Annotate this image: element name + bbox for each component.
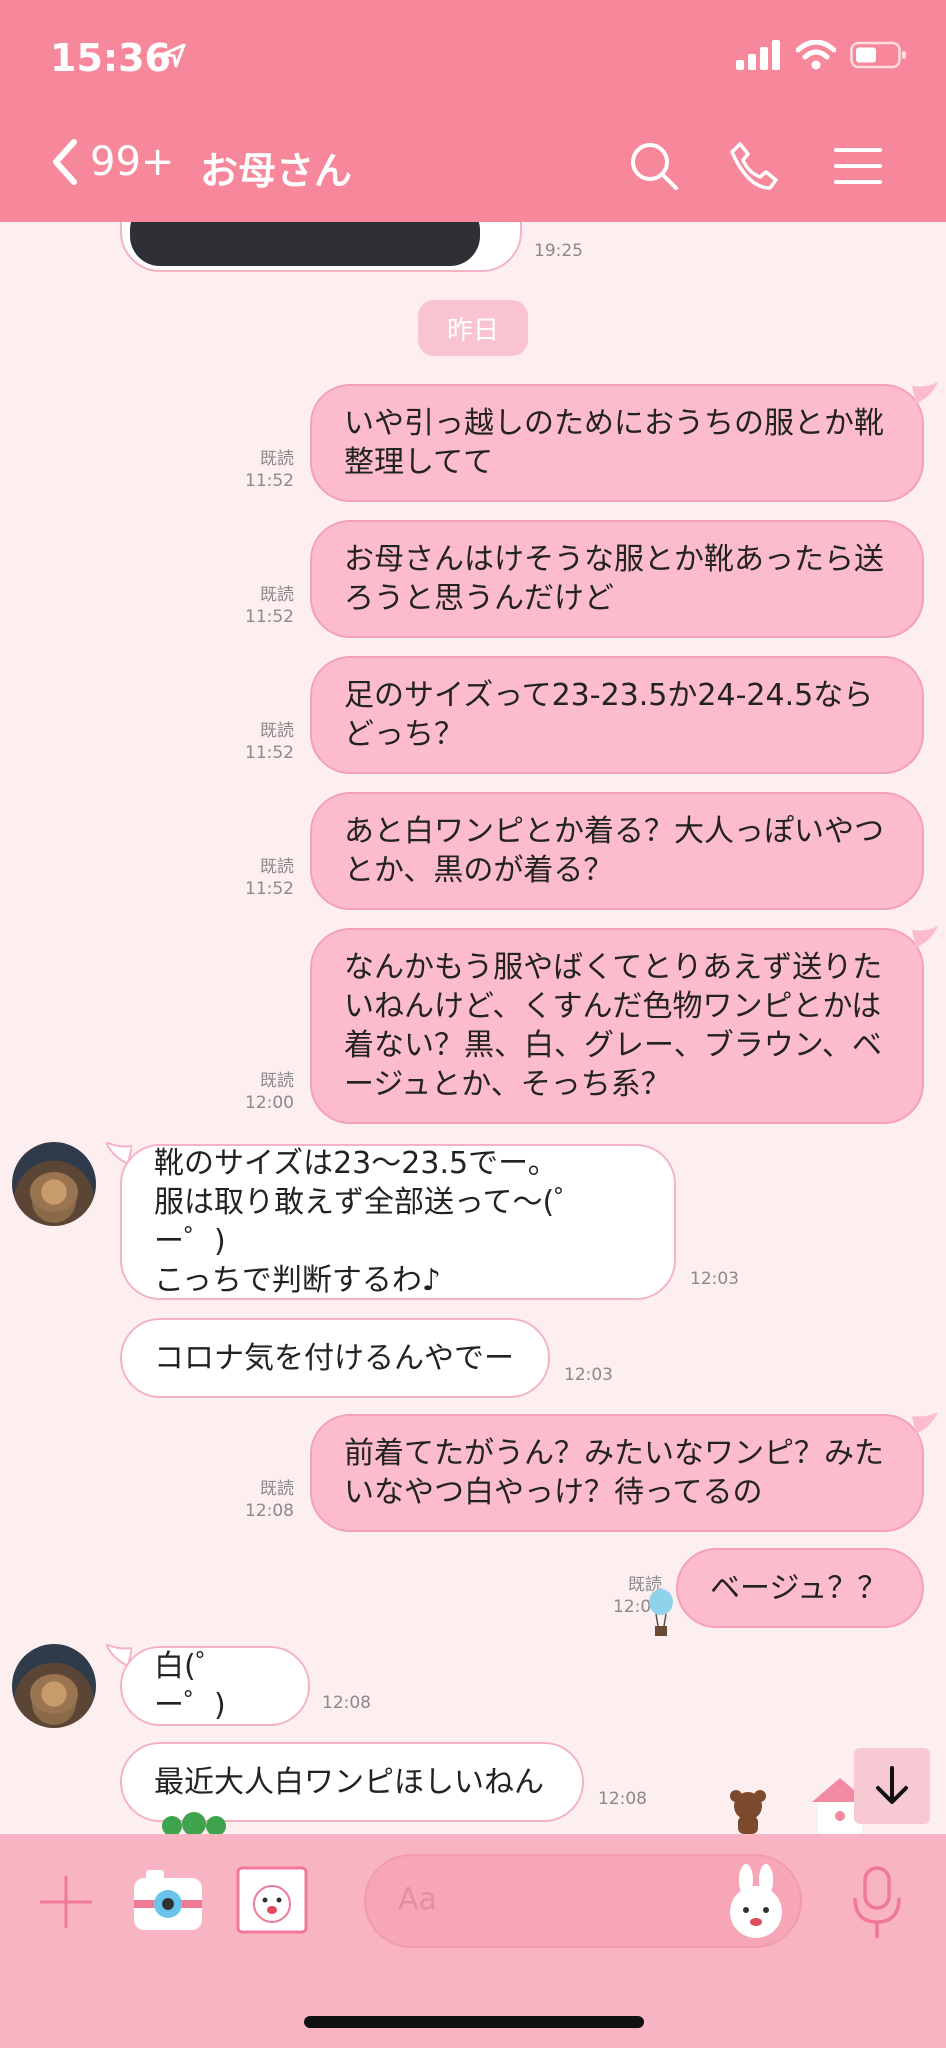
unread-count: 99+	[90, 139, 175, 185]
chevron-left-icon	[53, 139, 77, 185]
emoji-rabbit-icon[interactable]	[724, 1862, 788, 1942]
message-time: 19:25	[534, 241, 583, 261]
plus-icon[interactable]	[36, 1872, 96, 1932]
arrow-down-icon	[876, 1766, 908, 1804]
redacted-content	[130, 222, 480, 266]
message-input-bar: Aa	[0, 1834, 946, 2048]
message-bubble-outgoing[interactable]: いや引っ越しのためにおうちの服とか靴 整理してて	[310, 384, 924, 502]
read-receipt: 既読	[260, 721, 294, 741]
balloon-sticker-icon	[649, 1589, 673, 1636]
chat-header: 15:36 99+ お母さん	[0, 0, 946, 222]
message-time: 12:08	[322, 1693, 371, 1713]
bear-character-icon	[730, 1790, 766, 1834]
message-time: 12:03	[564, 1365, 613, 1385]
message-time: 12:03	[690, 1269, 739, 1289]
message-bubble-outgoing[interactable]: 前着てたがうん？みたいなワンピ？みた いなやつ白やっけ？待ってるの	[310, 1414, 924, 1532]
location-arrow-icon	[162, 43, 186, 68]
status-icons	[736, 40, 908, 70]
read-receipt: 既読	[260, 449, 294, 469]
search-icon[interactable]	[628, 140, 680, 192]
message-meta: 既読 11:52	[230, 448, 294, 492]
message-meta: 既読 11:52	[230, 856, 294, 900]
message-bubble-outgoing[interactable]: お母さんはけそうな服とか靴あったら送 ろうと思うんだけど	[310, 520, 924, 638]
read-receipt: 既読	[260, 857, 294, 877]
home-indicator	[304, 2016, 644, 2028]
bubble-tail	[912, 926, 938, 948]
scroll-to-bottom-button[interactable]	[854, 1748, 930, 1824]
contact-avatar[interactable]	[12, 1142, 96, 1226]
message-input-placeholder: Aa	[398, 1882, 437, 1917]
message-time: 11:52	[245, 607, 294, 627]
message-meta: 既読 12:00	[230, 1070, 294, 1114]
message-time: 12:08	[245, 1501, 294, 1521]
date-divider: 昨日	[418, 300, 528, 356]
message-time: 11:52	[245, 471, 294, 491]
camera-icon[interactable]	[132, 1868, 204, 1934]
message-time: 11:52	[245, 743, 294, 763]
message-bubble-incoming[interactable]: 靴のサイズは23〜23.5でー。 服は取り敢えず全部送って〜(゜ー゜) こっちで…	[120, 1144, 676, 1300]
bubble-tail	[912, 382, 938, 404]
message-bubble-incoming[interactable]: 白(゜ー゜)	[120, 1646, 310, 1726]
message-bubble-outgoing[interactable]: あと白ワンピとか着る？大人っぽいやつ とか、黒のが着る？	[310, 792, 924, 910]
back-button[interactable]: 99+	[50, 138, 174, 186]
contact-avatar[interactable]	[12, 1644, 96, 1728]
sticker-photo-icon[interactable]	[236, 1866, 308, 1934]
menu-icon[interactable]	[832, 140, 884, 192]
message-bubble-outgoing[interactable]: 足のサイズって23-23.5か24-24.5なら どっち？	[310, 656, 924, 774]
read-receipt: 既読	[260, 1071, 294, 1091]
chat-title: お母さん	[200, 149, 353, 193]
message-bubble-outgoing[interactable]: ベージュ？？	[676, 1548, 924, 1628]
phone-icon[interactable]	[728, 140, 780, 192]
signal-icon	[736, 40, 780, 70]
message-input[interactable]: Aa	[364, 1854, 802, 1948]
status-time: 15:36	[50, 36, 171, 80]
message-bubble-incoming[interactable]: コロナ気を付けるんやでー	[120, 1318, 550, 1398]
microphone-icon[interactable]	[850, 1864, 904, 1944]
bubble-tail	[912, 1412, 938, 1434]
message-time: 12:08	[598, 1789, 647, 1809]
message-bubble-outgoing[interactable]: なんかもう服やばくてとりあえず送りた いねんけど、くすんだ色物ワンピとかは 着な…	[310, 928, 924, 1124]
read-receipt: 既読	[260, 1479, 294, 1499]
message-meta: 既読 11:52	[230, 584, 294, 628]
message-meta: 既読 11:52	[230, 720, 294, 764]
message-bubble-incoming[interactable]: 最近大人白ワンピほしいねん	[120, 1742, 584, 1822]
battery-icon	[850, 41, 906, 69]
message-time: 12:00	[245, 1093, 294, 1113]
message-list[interactable]: 19:25 昨日 いや引っ越しのためにおうちの服とか靴 整理してて 既読 11:…	[0, 222, 946, 1834]
message-time: 11:52	[245, 879, 294, 899]
message-meta: 既読 12:08	[230, 1478, 294, 1522]
bush-decoration-icon	[162, 1812, 226, 1834]
read-receipt: 既読	[260, 585, 294, 605]
wifi-icon	[796, 40, 836, 70]
